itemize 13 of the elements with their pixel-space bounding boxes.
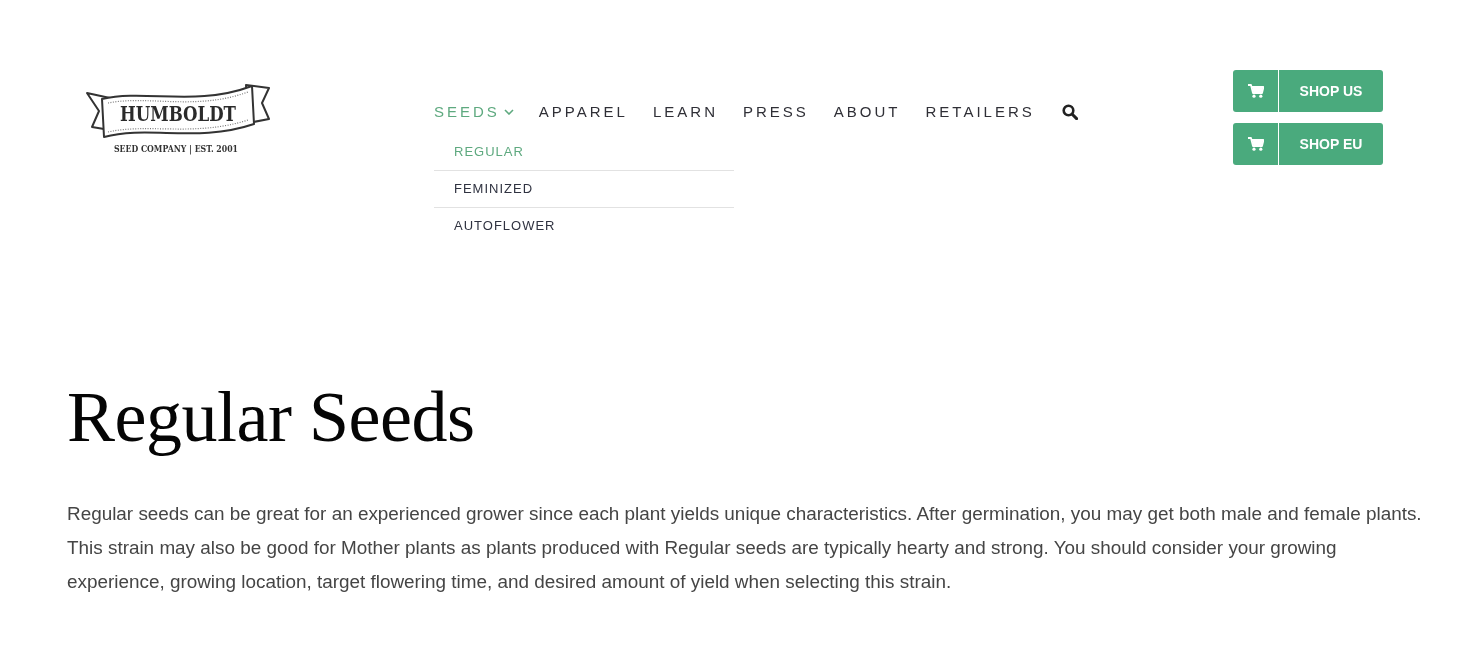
nav-link[interactable]: PRESS [743,101,809,123]
cart-icon [1247,137,1264,151]
cart-icon [1247,84,1264,98]
nav-link[interactable]: LEARN [652,101,718,123]
search-icon[interactable] [1061,104,1078,120]
nav-link[interactable]: RETAILERS [925,101,1035,123]
page-description: Regular seeds can be great for an experienced grower since each plant yields unique characteristics. After germination, you may get both male and female plants. This strain may also be good for Mother plants as plants produced with Regular seeds are typically hearty and strong. You should consider your growing experience, growing location, target flowering time, and desired amount of yield when selecting this strain. [67,502,1423,594]
dropdown-item[interactable]: FEMINIZED [434,170,734,207]
logo-tagline: SEED COMPANY | EST. 2001 [114,144,250,154]
nav-link[interactable]: ABOUT [833,101,901,123]
dropdown-item[interactable]: AUTOFLOWER [434,207,734,244]
logo-wordmark: HUMBOLDT [120,102,260,126]
nav-link[interactable]: APPAREL [538,101,628,123]
